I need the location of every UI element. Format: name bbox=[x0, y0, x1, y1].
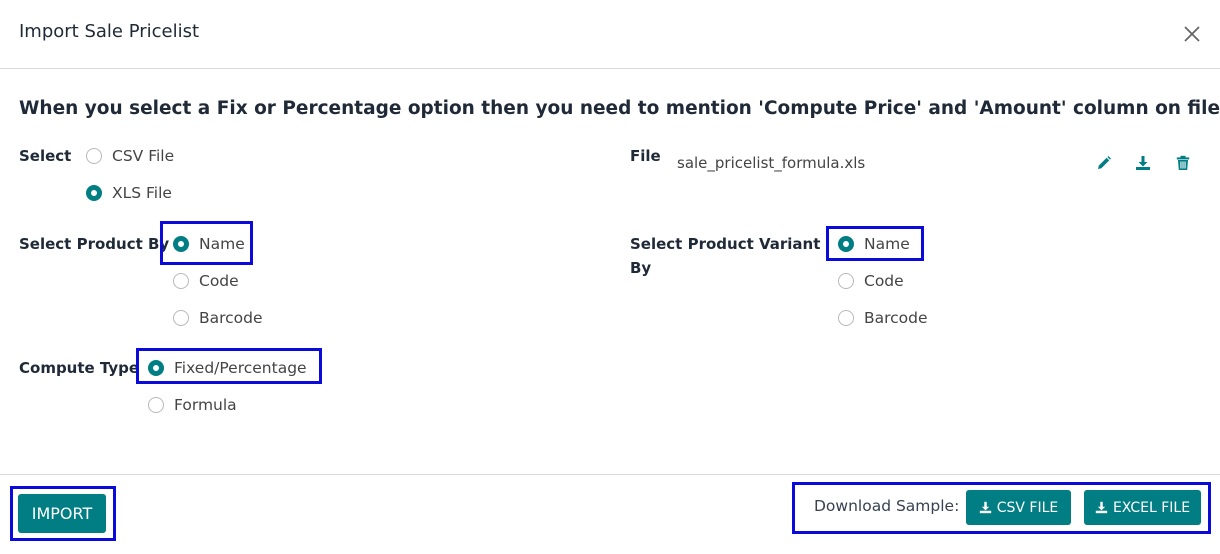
radio-button[interactable] bbox=[173, 236, 189, 252]
download-file-button[interactable] bbox=[1135, 155, 1151, 171]
radio-fixed-percentage[interactable]: Fixed/Percentage bbox=[148, 357, 307, 379]
radio-button[interactable] bbox=[173, 310, 189, 326]
instruction-text: When you select a Fix or Percentage opti… bbox=[19, 98, 1220, 119]
radio-label: Fixed/Percentage bbox=[174, 359, 307, 377]
radio-product-code[interactable]: Code bbox=[173, 270, 239, 292]
radio-button[interactable] bbox=[173, 273, 189, 289]
radio-variant-code[interactable]: Code bbox=[838, 270, 904, 292]
import-button[interactable]: IMPORT bbox=[18, 494, 106, 533]
product-by-label: Select Product By bbox=[19, 235, 170, 253]
radio-button[interactable] bbox=[148, 360, 164, 376]
modal-header: Import Sale Pricelist bbox=[0, 0, 1220, 69]
close-button[interactable] bbox=[1180, 22, 1204, 46]
radio-product-name[interactable]: Name bbox=[173, 233, 245, 255]
close-icon[interactable] bbox=[1180, 22, 1204, 46]
file-name: sale_pricelist_formula.xls bbox=[677, 154, 866, 172]
radio-label: Name bbox=[864, 235, 910, 253]
radio-product-barcode[interactable]: Barcode bbox=[173, 307, 263, 329]
radio-button[interactable] bbox=[86, 185, 102, 201]
radio-label: Code bbox=[199, 272, 239, 290]
radio-button[interactable] bbox=[838, 310, 854, 326]
modal-title: Import Sale Pricelist bbox=[19, 21, 200, 42]
delete-file-button[interactable] bbox=[1175, 155, 1191, 171]
radio-variant-barcode[interactable]: Barcode bbox=[838, 307, 928, 329]
download-excel-button[interactable]: EXCEL FILE bbox=[1084, 490, 1201, 525]
radio-button[interactable] bbox=[86, 148, 102, 164]
radio-xls-file[interactable]: XLS File bbox=[86, 182, 172, 204]
radio-button[interactable] bbox=[148, 397, 164, 413]
pencil-icon[interactable] bbox=[1096, 155, 1112, 171]
radio-csv-file[interactable]: CSV File bbox=[86, 145, 174, 167]
edit-button[interactable] bbox=[1096, 155, 1112, 171]
download-icon bbox=[979, 501, 991, 514]
compute-type-label: Compute Type bbox=[19, 359, 140, 377]
radio-label: Barcode bbox=[199, 309, 263, 327]
variant-by-label: Select Product Variant bbox=[630, 235, 821, 253]
radio-variant-name[interactable]: Name bbox=[838, 233, 910, 255]
select-label: Select bbox=[19, 147, 72, 165]
download-icon[interactable] bbox=[1135, 155, 1151, 171]
radio-label: Formula bbox=[174, 396, 237, 414]
csv-button-label: CSV FILE bbox=[996, 499, 1059, 516]
radio-label: XLS File bbox=[112, 184, 172, 202]
radio-label: Code bbox=[864, 272, 904, 290]
radio-button[interactable] bbox=[838, 273, 854, 289]
download-sample-label: Download Sample: bbox=[814, 497, 960, 515]
download-csv-button[interactable]: CSV FILE bbox=[966, 490, 1071, 525]
radio-button[interactable] bbox=[838, 236, 854, 252]
file-label: File bbox=[630, 147, 661, 165]
radio-label: Barcode bbox=[864, 309, 928, 327]
trash-icon[interactable] bbox=[1175, 155, 1191, 171]
download-icon bbox=[1095, 501, 1108, 514]
radio-formula[interactable]: Formula bbox=[148, 394, 237, 416]
radio-label: Name bbox=[199, 235, 245, 253]
footer-divider bbox=[0, 474, 1220, 475]
excel-button-label: EXCEL FILE bbox=[1112, 499, 1191, 516]
variant-by-label-cont: By bbox=[630, 259, 652, 277]
radio-label: CSV File bbox=[112, 147, 175, 165]
